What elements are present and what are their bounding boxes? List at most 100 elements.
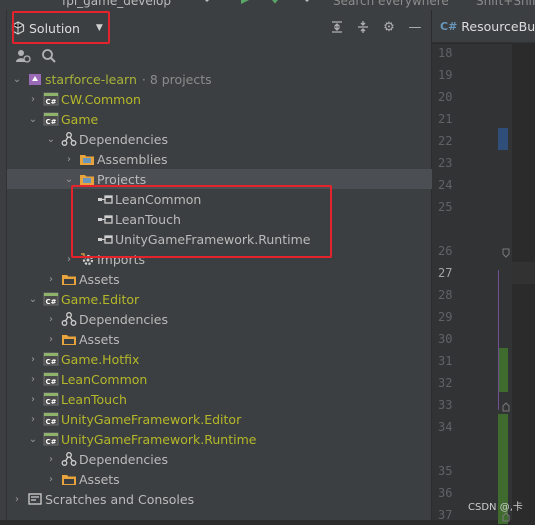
project-label: Game.Hotfix	[61, 351, 140, 367]
svg-text:C#: C#	[45, 118, 56, 126]
chevron-down-icon[interactable]: ⌄	[11, 69, 23, 89]
code-area[interactable]	[512, 44, 535, 520]
highlight-box-project-references	[71, 185, 332, 258]
tree-row-dependencies[interactable]: ⌄ Dependencies	[7, 129, 469, 149]
dependencies-label: Dependencies	[79, 311, 168, 327]
line-number: 18	[438, 46, 453, 60]
line-number: 26	[438, 244, 453, 258]
chevron-right-icon[interactable]: ›	[45, 309, 57, 329]
tree-row-dependencies[interactable]: › Dependencies	[7, 309, 469, 329]
scope-guide-line	[498, 270, 499, 410]
folder-icon	[61, 271, 77, 287]
folder-icon	[61, 471, 77, 487]
scratches-label: Scratches and Consoles	[45, 491, 195, 507]
chevron-down-icon[interactable]: ⌄	[27, 289, 39, 309]
chevron-right-icon[interactable]: ›	[27, 89, 39, 109]
folder-icon	[79, 151, 95, 167]
fold-marker-icon[interactable]	[502, 400, 510, 412]
csharp-project-icon: C#	[43, 371, 59, 387]
project-label: LeanTouch	[61, 391, 127, 407]
svg-text:C#: C#	[45, 298, 56, 306]
debug-icon[interactable]	[268, 0, 282, 6]
chevron-right-icon[interactable]: ›	[27, 389, 39, 409]
tree-row-solution[interactable]: ⌄ starforce-learn · 8 projects	[7, 69, 435, 89]
tree-row-assets[interactable]: › Assets	[7, 329, 469, 349]
chevron-right-icon[interactable]: ›	[45, 269, 57, 289]
line-number: 34	[438, 420, 453, 434]
dependencies-icon	[61, 311, 77, 327]
top-tab-label[interactable]: fpl_game_develop	[62, 0, 171, 8]
chevron-right-icon[interactable]: ›	[27, 409, 39, 429]
search-icon[interactable]	[41, 48, 57, 64]
chevron-down-icon[interactable]: ⌄	[27, 429, 39, 449]
tree-row-assemblies[interactable]: › Assemblies	[7, 149, 487, 169]
svg-text:C#: C#	[45, 98, 56, 106]
chevron-right-icon[interactable]: ›	[45, 449, 57, 469]
more-icon[interactable]	[300, 0, 314, 6]
project-label: Game	[61, 111, 99, 127]
editor-tab[interactable]: C# ResourceBuilder	[432, 10, 535, 43]
line-number: 24	[438, 178, 453, 192]
line-number: 20	[438, 90, 453, 104]
change-marker-added	[498, 348, 508, 392]
chevron-down-icon[interactable]: ⌄	[45, 129, 57, 149]
chevron-right-icon[interactable]: ›	[27, 369, 39, 389]
tree-row-ugf-editor[interactable]: › C# UnityGameFramework.Editor	[7, 409, 451, 429]
tree-row-cw-common[interactable]: › C# CW.Common	[7, 89, 451, 109]
chevron-right-icon[interactable]: ›	[45, 469, 57, 489]
tree-row-assets[interactable]: › Assets	[7, 469, 469, 489]
csharp-project-icon: C#	[43, 351, 59, 367]
dropdown-arrow-icon[interactable]	[200, 0, 214, 6]
csharp-project-icon: C#	[43, 431, 59, 447]
change-marker-modified	[498, 128, 508, 150]
chevron-right-icon[interactable]: ›	[27, 349, 39, 369]
project-label: UnityGameFramework.Editor	[61, 411, 242, 427]
line-number: 28	[438, 288, 453, 302]
line-number: 25	[438, 200, 453, 214]
tree-row-ugf-runtime[interactable]: ⌄ C# UnityGameFramework.Runtime	[7, 429, 451, 449]
svg-text:C#: C#	[45, 378, 56, 386]
tree-row-leantouch[interactable]: › C# LeanTouch	[7, 389, 451, 409]
run-icon[interactable]	[238, 0, 252, 6]
tree-row-game[interactable]: ⌄ C# Game	[7, 109, 451, 129]
chevron-down-icon[interactable]: ⌄	[27, 109, 39, 129]
gear-icon[interactable]: ⚙	[381, 19, 397, 35]
search-shortcut-text: Shift+Shift	[476, 0, 535, 8]
tree-row-scratches[interactable]: › Scratches and Consoles	[7, 489, 435, 509]
tree-row-game-hotfix[interactable]: › C# Game.Hotfix	[7, 349, 451, 369]
project-label: UnityGameFramework.Runtime	[61, 431, 257, 447]
tree-row-assets[interactable]: › Assets	[7, 269, 469, 289]
csharp-file-icon: C#	[440, 19, 458, 33]
collapse-all-icon[interactable]	[329, 19, 345, 35]
folder-label: Assets	[79, 471, 120, 487]
csharp-project-icon: C#	[43, 391, 59, 407]
dependencies-icon	[61, 451, 77, 467]
folder-label: Assets	[79, 331, 120, 347]
solution-name: starforce-learn	[45, 71, 137, 87]
chevron-right-icon[interactable]: ›	[63, 149, 75, 169]
line-number: 19	[438, 68, 453, 82]
tree-row-game-editor[interactable]: ⌄ C# Game.Editor	[7, 289, 451, 309]
line-number: 21	[438, 112, 453, 126]
search-everywhere-text[interactable]: Search everywhere	[333, 0, 449, 8]
csharp-project-icon: C#	[43, 411, 59, 427]
expand-all-icon[interactable]	[355, 19, 371, 35]
chevron-right-icon[interactable]: ›	[45, 329, 57, 349]
minimize-icon[interactable]: —	[407, 19, 423, 35]
panel-toolbar	[7, 44, 439, 68]
svg-text:C#: C#	[45, 358, 56, 366]
chevron-right-icon[interactable]: ›	[11, 489, 23, 509]
tree-row-dependencies[interactable]: › Dependencies	[7, 449, 469, 469]
tree-row-leancommon[interactable]: › C# LeanCommon	[7, 369, 451, 389]
line-number: 36	[438, 486, 453, 500]
highlight-box-view-selector	[12, 11, 110, 44]
scratches-icon	[27, 491, 43, 507]
project-label: CW.Common	[61, 91, 141, 107]
fold-marker-icon[interactable]	[502, 246, 510, 258]
top-toolbar-strip: fpl_game_develop Search everywhere Shift…	[0, 0, 535, 10]
people-icon[interactable]	[15, 48, 31, 64]
current-line-number: 27	[438, 266, 453, 280]
code-editor: C# ResourceBuilder 18 19 20 21 22 23 24 …	[432, 10, 535, 524]
svg-text:C#: C#	[45, 398, 56, 406]
line-number: 32	[438, 376, 453, 390]
